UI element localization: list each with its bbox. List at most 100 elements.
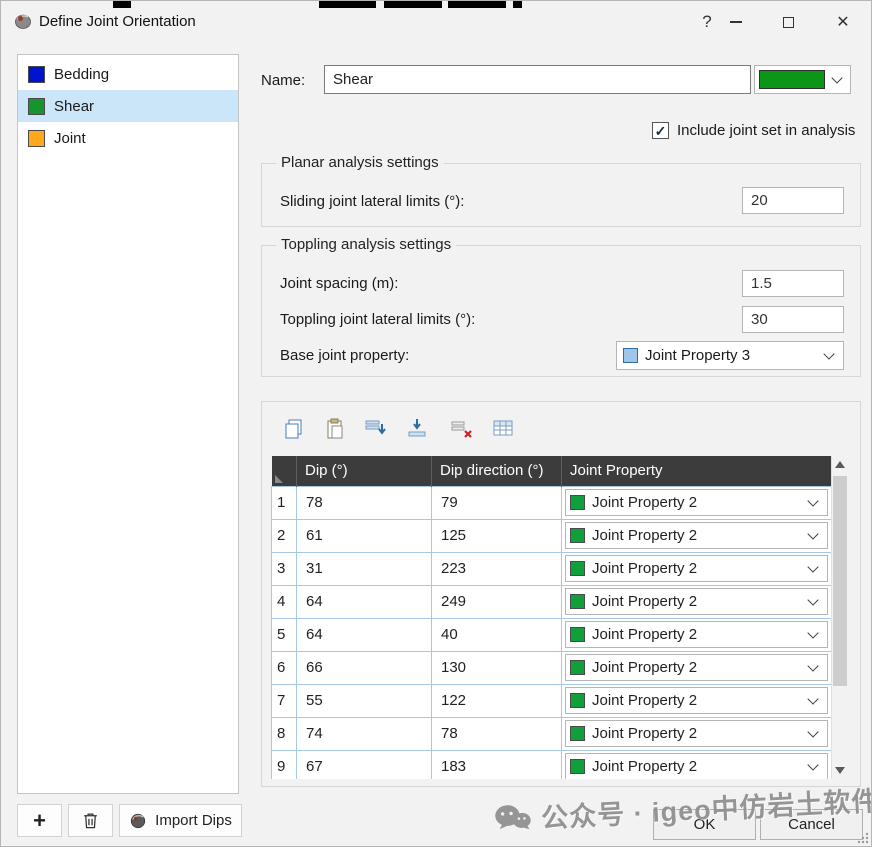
orientation-grid: Dip (°) Dip direction (°) Joint Property…: [271, 456, 848, 779]
minimize-button[interactable]: [715, 6, 757, 38]
delete-joint-set-button[interactable]: [68, 804, 113, 837]
row-number[interactable]: 5: [271, 617, 297, 652]
row-number[interactable]: 7: [271, 683, 297, 718]
joint-property-dropdown[interactable]: Joint Property 2: [565, 654, 828, 681]
dip-cell[interactable]: 74: [296, 716, 432, 751]
import-dips-button[interactable]: Import Dips: [119, 804, 242, 837]
import-dips-label: Import Dips: [155, 812, 232, 829]
chevron-down-icon: [807, 560, 819, 573]
sliding-limits-label: Sliding joint lateral limits (°):: [280, 193, 465, 210]
table-scrollbar[interactable]: [831, 456, 848, 779]
chevron-down-icon: [823, 347, 835, 360]
joint-property-value: Joint Property 2: [592, 593, 698, 610]
scroll-down-icon[interactable]: [835, 767, 845, 774]
dip-direction-cell[interactable]: 223: [431, 551, 562, 586]
joint-property-dropdown[interactable]: Joint Property 2: [565, 489, 828, 516]
chevron-down-icon: [807, 626, 819, 639]
dip-cell[interactable]: 64: [296, 617, 432, 652]
paste-rows-button[interactable]: [321, 415, 349, 443]
background-window-artifact: [513, 1, 522, 8]
name-color-dropdown[interactable]: [754, 65, 851, 94]
joint-property-value: Joint Property 2: [592, 527, 698, 544]
joint-property-dropdown[interactable]: Joint Property 2: [565, 621, 828, 648]
insert-row-below-icon: [408, 419, 426, 437]
table-row: 8 74 78 Joint Property 2: [271, 716, 832, 751]
dip-cell[interactable]: 31: [296, 551, 432, 586]
select-table-button[interactable]: [489, 415, 517, 443]
joint-property-dropdown[interactable]: Joint Property 2: [565, 555, 828, 582]
toppling-limits-input[interactable]: [742, 306, 844, 333]
color-swatch-icon: [570, 627, 585, 642]
joint-property-cell: Joint Property 2: [561, 650, 832, 685]
joint-property-dropdown[interactable]: Joint Property 2: [565, 522, 828, 549]
dip-cell[interactable]: 66: [296, 650, 432, 685]
delete-rows-button[interactable]: [447, 415, 475, 443]
table-header-row: Dip (°) Dip direction (°) Joint Property: [271, 456, 832, 486]
table-row: 7 55 122 Joint Property 2: [271, 683, 832, 718]
dip-cell[interactable]: 55: [296, 683, 432, 718]
base-property-dropdown[interactable]: Joint Property 3: [616, 341, 844, 370]
base-property-swatch-icon: [623, 348, 638, 363]
color-swatch-icon: [570, 660, 585, 675]
insert-row-below-button[interactable]: [404, 415, 432, 443]
ok-button[interactable]: OK: [653, 809, 756, 840]
planar-group-title: Planar analysis settings: [276, 154, 444, 171]
dip-direction-cell[interactable]: 249: [431, 584, 562, 619]
sliding-limits-input[interactable]: [742, 187, 844, 214]
scrollbar-thumb[interactable]: [833, 476, 847, 686]
row-number[interactable]: 8: [271, 716, 297, 751]
row-number[interactable]: 1: [271, 485, 297, 520]
joint-property-cell: Joint Property 2: [561, 617, 832, 652]
dip-direction-cell[interactable]: 79: [431, 485, 562, 520]
joint-property-dropdown[interactable]: Joint Property 2: [565, 753, 828, 779]
row-number[interactable]: 4: [271, 584, 297, 619]
joint-property-dropdown[interactable]: Joint Property 2: [565, 720, 828, 747]
sidebar-item-bedding[interactable]: Bedding: [18, 58, 238, 90]
dip-direction-column-header[interactable]: Dip direction (°): [431, 456, 562, 486]
chevron-down-icon: [807, 527, 819, 540]
row-number[interactable]: 2: [271, 518, 297, 553]
sidebar-item-shear[interactable]: Shear: [18, 90, 238, 122]
dip-direction-cell[interactable]: 40: [431, 617, 562, 652]
dip-column-header[interactable]: Dip (°): [296, 456, 432, 486]
joint-property-column-header[interactable]: Joint Property: [561, 456, 832, 486]
select-all-corner[interactable]: [271, 456, 297, 486]
joint-spacing-input[interactable]: [742, 270, 844, 297]
resize-grip[interactable]: [857, 832, 869, 844]
joint-property-cell: Joint Property 2: [561, 716, 832, 751]
sidebar-item-joint[interactable]: Joint: [18, 122, 238, 154]
row-number[interactable]: 9: [271, 749, 297, 779]
orientation-table-panel: Dip (°) Dip direction (°) Joint Property…: [261, 401, 861, 787]
chevron-down-icon: [807, 758, 819, 771]
base-property-value: Joint Property 3: [645, 347, 751, 364]
name-input[interactable]: [324, 65, 751, 94]
dip-direction-cell[interactable]: 183: [431, 749, 562, 779]
joint-property-value: Joint Property 2: [592, 626, 698, 643]
insert-row-above-button[interactable]: [361, 415, 389, 443]
add-joint-set-button[interactable]: +: [17, 804, 62, 837]
dip-direction-cell[interactable]: 122: [431, 683, 562, 718]
planar-settings-group: Planar analysis settings Sliding joint l…: [261, 154, 861, 227]
scroll-up-icon[interactable]: [835, 461, 845, 468]
copy-rows-button[interactable]: [280, 415, 308, 443]
close-button[interactable]: ✕: [822, 6, 864, 38]
dip-cell[interactable]: 78: [296, 485, 432, 520]
maximize-button[interactable]: [767, 6, 809, 38]
background-window-artifact: [113, 1, 131, 8]
dip-direction-cell[interactable]: 125: [431, 518, 562, 553]
color-swatch-icon: [28, 97, 45, 115]
joint-property-value: Joint Property 2: [592, 692, 698, 709]
background-window-artifact: [448, 1, 506, 8]
dip-cell[interactable]: 64: [296, 584, 432, 619]
dip-cell[interactable]: 61: [296, 518, 432, 553]
include-joint-set-checkbox[interactable]: ✓: [652, 122, 669, 139]
row-number[interactable]: 6: [271, 650, 297, 685]
joint-property-dropdown[interactable]: Joint Property 2: [565, 588, 828, 615]
dip-direction-cell[interactable]: 130: [431, 650, 562, 685]
dip-cell[interactable]: 67: [296, 749, 432, 779]
cancel-button[interactable]: Cancel: [760, 809, 863, 840]
dip-direction-cell[interactable]: 78: [431, 716, 562, 751]
joint-property-dropdown[interactable]: Joint Property 2: [565, 687, 828, 714]
row-number[interactable]: 3: [271, 551, 297, 586]
background-window-artifact: [384, 1, 442, 8]
